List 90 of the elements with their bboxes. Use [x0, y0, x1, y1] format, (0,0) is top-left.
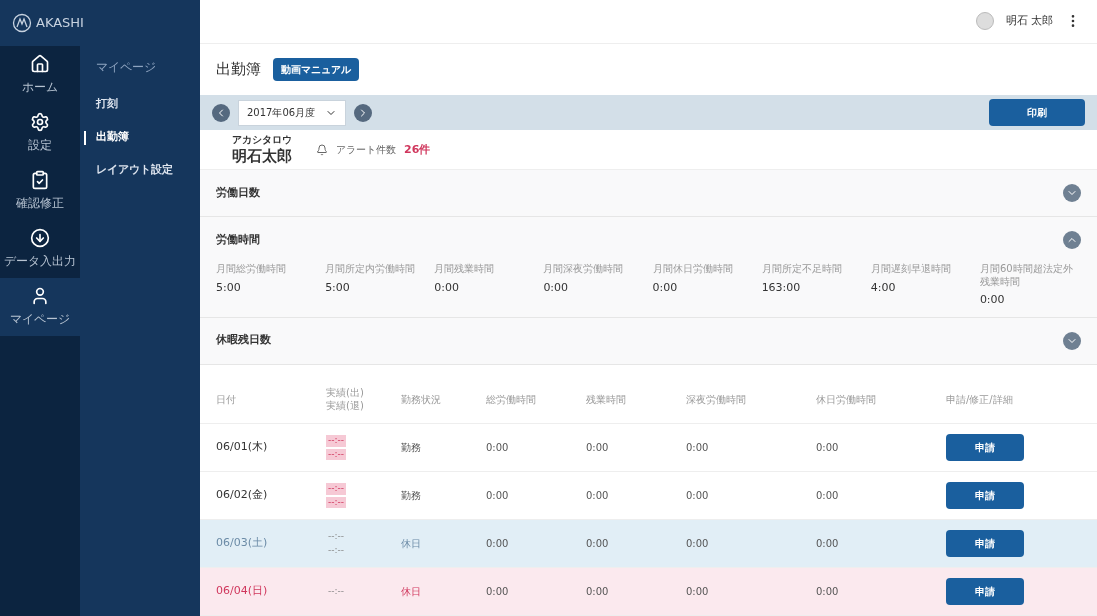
column-header: 勤務状況	[401, 393, 442, 407]
time-record: --:--	[327, 544, 346, 556]
table-cell-text: 0:00	[816, 489, 840, 503]
period-select[interactable]: 2017年06月度	[238, 99, 346, 126]
manual-button[interactable]: 動画マニュアル	[273, 57, 359, 81]
employee-name: 明石太郎	[232, 146, 292, 166]
status-cell-text: 勤務	[401, 441, 422, 455]
furigana: アカシタロウ	[232, 134, 292, 147]
expand-icon[interactable]	[1063, 331, 1081, 350]
metric-value: 5:00	[216, 279, 242, 296]
status-cell-text: 休日	[401, 537, 422, 551]
next-button[interactable]	[354, 103, 372, 122]
date-cell-text: 06/02(金)	[216, 487, 269, 504]
time-record: --:--	[327, 531, 346, 543]
submenu-heading: マイページ	[96, 59, 157, 76]
section-header[interactable]: 労働時間	[200, 217, 1097, 264]
metric-value: 0:00	[543, 279, 570, 296]
home-icon	[30, 54, 50, 74]
table-cell-text: 0:00	[816, 585, 840, 599]
table-cell-text: 0:00	[586, 585, 610, 599]
table-cell-text: 0:00	[586, 537, 610, 551]
section-header[interactable]: 労働日数	[200, 170, 1097, 217]
metric-label: 月間総労働時間	[216, 263, 287, 276]
previous-button[interactable]	[212, 103, 230, 122]
metric-value: 0:00	[979, 292, 1006, 309]
column-header: 日付	[216, 393, 237, 407]
time-record: --:--	[326, 435, 347, 447]
metric-label: 月間所定内労働時間	[325, 263, 417, 276]
metric-value: 4:00	[870, 279, 897, 296]
date-cell-text: 06/03(土)	[216, 535, 269, 552]
time-record: --:--	[326, 496, 347, 508]
table-cell-text: 0:00	[686, 585, 710, 599]
bell-icon	[316, 143, 328, 156]
column-header: 申請/修正/詳細	[946, 393, 1014, 407]
column-header: 総労働時間	[486, 393, 537, 407]
expand-icon[interactable]	[1063, 184, 1081, 203]
alert-label: アラート件数	[336, 143, 396, 158]
metric-label: 月間残業時間	[434, 263, 496, 276]
nav-item[interactable]: マイページ	[0, 278, 80, 336]
metric-label: 月間休日労働時間	[652, 263, 734, 276]
column-header: 残業時間	[586, 393, 627, 407]
table-cell-text: 0:00	[486, 489, 510, 503]
metric-label: 月間所定不足時間	[761, 263, 843, 276]
metric-value: 163:00	[761, 279, 802, 296]
apply-button[interactable]: 申請	[946, 578, 1024, 605]
submenu-item[interactable]: レイアウト設定	[96, 162, 173, 179]
user-name[interactable]: 明石 太郎	[1005, 13, 1053, 30]
collapse-icon[interactable]	[1063, 231, 1081, 250]
logo-icon	[12, 13, 32, 33]
table-cell-text: 0:00	[686, 441, 710, 455]
avatar-icon	[975, 12, 994, 31]
time-record: --:--	[326, 483, 347, 495]
metric-label: 月間遅刻早退時間	[870, 263, 952, 276]
time-record: --:--	[326, 448, 347, 460]
alert-count: 26件	[404, 141, 431, 158]
table-cell-text: 0:00	[486, 441, 510, 455]
table-cell-text: 0:00	[486, 537, 510, 551]
table-cell-text: 0:00	[816, 537, 840, 551]
column-header: 実績(出) 実績(退)	[326, 387, 365, 413]
metric-value: 5:00	[325, 279, 351, 296]
column-header: 深夜労働時間	[686, 393, 747, 407]
table-cell-text: 0:00	[586, 489, 610, 503]
column-header: 休日労働時間	[816, 393, 877, 407]
submenu-item[interactable]: 打刻	[96, 96, 118, 113]
apply-button[interactable]: 申請	[946, 434, 1024, 461]
metric-value: 0:00	[434, 279, 460, 296]
date-cell-text: 06/04(日)	[216, 583, 269, 600]
section-header[interactable]: 休暇残日数	[200, 317, 1097, 364]
apply-button[interactable]: 申請	[946, 482, 1024, 509]
date-cell-text: 06/01(木)	[216, 439, 269, 456]
table-cell-text: 0:00	[486, 585, 510, 599]
table-cell-text: 0:00	[816, 441, 840, 455]
metric-value: 0:00	[652, 279, 679, 296]
table-cell-text: 0:00	[586, 441, 610, 455]
table-cell-text: 0:00	[686, 537, 710, 551]
brand-name: AKASHI	[36, 14, 84, 33]
time-record: --:--	[327, 585, 346, 598]
submenu-item[interactable]: 出勤簿	[96, 129, 129, 146]
apply-button[interactable]: 申請	[946, 530, 1024, 557]
print-button[interactable]: 印刷	[989, 99, 1085, 126]
status-cell-text: 休日	[401, 585, 422, 599]
clipboard-icon	[30, 170, 50, 190]
status-cell-text: 勤務	[401, 489, 422, 503]
user-icon	[30, 286, 50, 306]
metric-label: 月間60時間超法定外残業時間	[979, 263, 1074, 289]
metric-label: 月間深夜労働時間	[543, 263, 625, 276]
settings-icon	[30, 112, 50, 132]
download-icon	[30, 228, 50, 248]
page-title: 出勤簿	[216, 58, 261, 80]
table-cell-text: 0:00	[686, 489, 710, 503]
